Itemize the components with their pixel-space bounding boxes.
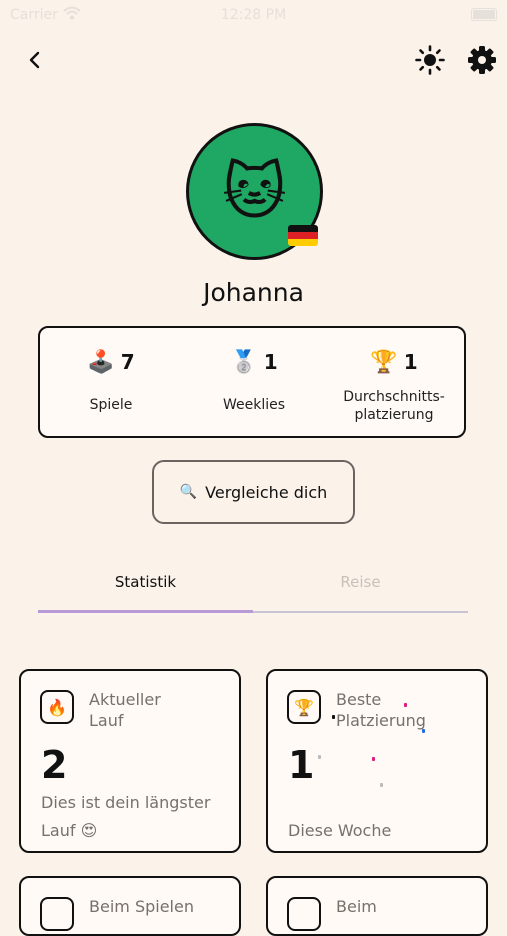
stat-games-value: 7 <box>120 350 135 374</box>
confetti-piece <box>372 757 375 761</box>
theme-toggle-button[interactable] <box>414 44 446 76</box>
confetti-piece <box>332 715 335 719</box>
medal-icon: 🥈 <box>230 350 258 375</box>
card-title: Beim Spielen <box>89 897 194 916</box>
confetti-piece <box>380 783 383 787</box>
stat-weeklies-value: 1 <box>263 350 278 374</box>
card-description: Diese Woche <box>288 821 392 840</box>
tab-indicator <box>38 610 253 613</box>
stat-card-partial[interactable]: Beim <box>266 876 488 936</box>
current-streak-value: 2 <box>41 743 68 787</box>
gear-icon <box>468 46 496 74</box>
sun-icon <box>415 45 445 75</box>
joystick-icon: 🕹️ <box>87 350 115 375</box>
card-description: Dies ist dein längster Lauf 😍 <box>41 793 211 840</box>
confetti-piece <box>404 703 407 707</box>
card-title: Beim <box>336 897 377 916</box>
tab-reise[interactable]: Reise <box>253 573 468 591</box>
confetti-piece <box>422 729 425 733</box>
current-streak-card[interactable]: 🔥 Aktueller Lauf 2 Dies ist dein längste… <box>19 669 241 853</box>
chevron-left-icon <box>29 51 40 69</box>
fire-icon: 🔥 <box>40 690 74 724</box>
confetti-piece <box>318 755 321 759</box>
profile-name: Johanna <box>203 278 304 307</box>
card-title: Aktueller Lauf <box>89 690 161 730</box>
stat-average-rank-label: Durchschnitts- platzierung <box>343 389 445 423</box>
card-icon <box>287 897 321 931</box>
stat-weeklies: 🥈 1 Weeklies <box>183 328 325 436</box>
stat-average-rank: 🏆 1 Durchschnitts- platzierung <box>323 328 465 436</box>
stat-games-label: Spiele <box>89 397 133 413</box>
cat-face-icon: 🐱 <box>222 155 287 228</box>
compare-button-label: Vergleiche dich <box>205 482 328 502</box>
status-bar: Carrier 12:28 PM <box>0 0 507 30</box>
stat-weeklies-label: Weeklies <box>222 397 286 413</box>
battery-icon <box>471 8 497 21</box>
card-title: Beste Platzierung <box>336 690 426 730</box>
best-rank-value: 1 <box>288 743 315 787</box>
stat-games: 🕹️ 7 Spiele <box>40 328 182 436</box>
trophy-icon: 🏆 <box>287 690 321 724</box>
tab-statistik[interactable]: Statistik <box>38 573 253 591</box>
compare-button[interactable]: 🔍 Vergleiche dich <box>152 460 355 524</box>
status-time: 12:28 PM <box>220 7 287 23</box>
stat-average-rank-value: 1 <box>403 350 418 374</box>
stat-card-partial[interactable]: Beim Spielen <box>19 876 241 936</box>
best-rank-card[interactable]: 🏆 Beste Platzierung 1 Diese Woche <box>266 669 488 853</box>
settings-button[interactable] <box>466 44 498 76</box>
back-button[interactable] <box>20 45 50 75</box>
germany-flag-icon <box>288 225 318 246</box>
card-icon <box>40 897 74 931</box>
stats-card: 🕹️ 7 Spiele 🥈 1 Weeklies 🏆 1 Durchschnitts-… <box>38 326 466 438</box>
trophy-icon: 🏆 <box>370 350 398 375</box>
magnifier-icon: 🔍 <box>179 484 198 500</box>
tab-track <box>253 611 468 613</box>
